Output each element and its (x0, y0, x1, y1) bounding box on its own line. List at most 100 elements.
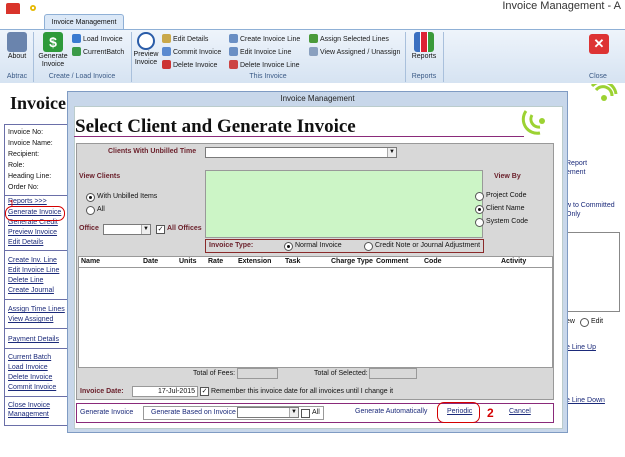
field-order-no: Order No: (8, 184, 39, 191)
invoice-date-field[interactable]: 17-Jul-2015 (132, 386, 198, 397)
load-invoice-button[interactable]: Load Invoice (72, 34, 123, 43)
invoice-type-label: Invoice Type: (209, 242, 254, 249)
delete-invoice-label: Delete Invoice (173, 62, 218, 69)
cancel-link[interactable]: Cancel (509, 408, 531, 415)
dollar-icon: $ (43, 32, 63, 52)
chevron-down-icon: ▼ (289, 408, 298, 417)
assign-icon (309, 34, 318, 43)
sidebar-link-assign-time-lines[interactable]: Assign Time Lines (8, 306, 65, 313)
assign-selected-lines-label: Assign Selected Lines (320, 36, 389, 43)
generate-invoice-link[interactable]: Generate Invoice (80, 409, 133, 416)
column-header-code[interactable]: Code (424, 258, 442, 265)
delete-line-icon (229, 60, 238, 69)
edit-invoice-line-label: Edit Invoice Line (240, 49, 292, 56)
divider (5, 396, 67, 397)
unbilled-items-table[interactable]: Name Date Units Rate Extension Task Char… (78, 256, 553, 368)
current-batch-label: CurrentBatch (83, 49, 125, 56)
delete-invoice-line-button[interactable]: Delete Invoice Line (229, 60, 300, 69)
based-on-invoice-dropdown[interactable]: ▼ (237, 407, 299, 418)
column-header-units[interactable]: Units (179, 258, 197, 265)
sidebar-link-preview-invoice[interactable]: Preview Invoice (8, 229, 57, 236)
total-selected-value (369, 368, 417, 379)
create-invoice-line-button[interactable]: Create Invoice Line (229, 34, 300, 43)
annotation-marker-2: 2 (487, 406, 494, 420)
clients-dropdown[interactable]: ▼ (205, 147, 397, 158)
delete-icon (162, 60, 171, 69)
office-dropdown[interactable]: ▼ (103, 224, 151, 235)
radio-with-unbilled[interactable] (86, 193, 95, 202)
ribbon: About Abtrac $ Generate Invoice Load Inv… (0, 29, 625, 84)
column-header-name[interactable]: Name (81, 258, 100, 265)
radio-client-name-label: Client Name (486, 205, 525, 212)
edit-details-button[interactable]: Edit Details (162, 34, 208, 43)
column-header-rate[interactable]: Rate (208, 258, 223, 265)
all-offices-checkbox[interactable]: ✓ (156, 225, 165, 234)
divider (5, 299, 67, 300)
field-invoice-no: Invoice No: (8, 129, 44, 136)
edit-invoice-line-button[interactable]: Edit Invoice Line (229, 47, 291, 56)
about-button[interactable]: About (4, 32, 30, 61)
edit-line-icon (229, 47, 238, 56)
sidebar-link-current-batch[interactable]: Current Batch (8, 354, 51, 361)
column-header-activity[interactable]: Activity (501, 258, 526, 265)
generate-invoice-button[interactable]: $ Generate Invoice (36, 32, 70, 69)
bg-fragment-line-down[interactable]: e Line Down (566, 397, 605, 404)
commit-invoice-button[interactable]: Commit Invoice (162, 47, 221, 56)
invoice-sidebar: Invoice No: Invoice Name: Recipient: Rol… (4, 124, 68, 426)
invoice-heading: Invoice (10, 93, 66, 113)
column-header-charge-type[interactable]: Charge Type (331, 258, 373, 265)
clients-label: Clients With Unbilled Time (108, 148, 197, 155)
bg-fragment-only: Only (566, 211, 581, 218)
assign-selected-lines-button[interactable]: Assign Selected Lines (309, 34, 389, 43)
brand-logo-icon (590, 84, 618, 101)
column-header-extension[interactable]: Extension (238, 258, 271, 265)
column-header-comment[interactable]: Comment (376, 258, 408, 265)
remember-date-label: Remember this invoice date for all invoi… (211, 388, 394, 395)
bg-fragment-committed: w to Committed (566, 202, 615, 209)
generate-based-on-link[interactable]: Generate Based on Invoice (151, 409, 236, 416)
view-assigned-button[interactable]: View Assigned / Unassign (309, 47, 400, 56)
column-header-task[interactable]: Task (285, 258, 300, 265)
radio-normal-invoice[interactable] (284, 242, 293, 251)
bg-fragment-line-up[interactable]: e Line Up (566, 344, 596, 351)
bg-fragment-report: Report (566, 160, 588, 167)
heading-underline (74, 136, 524, 137)
sidebar-link-delete-invoice[interactable]: Delete Invoice (8, 374, 52, 381)
radio-client-name[interactable] (475, 205, 484, 214)
generate-automatically-link[interactable]: Generate Automatically (355, 408, 427, 415)
sidebar-link-management[interactable]: Management (8, 411, 49, 418)
bar-chart-icon (414, 32, 434, 52)
sidebar-link-load-invoice[interactable]: Load Invoice (8, 364, 48, 371)
radio-all-clients[interactable] (86, 206, 95, 215)
sidebar-link-create-journal[interactable]: Create Journal (8, 287, 54, 294)
annotation-marker-1: 1 (9, 199, 15, 210)
close-button[interactable]: ✕ (584, 34, 614, 55)
radio-with-unbilled-label: With Unbilled Items (97, 193, 158, 200)
radio-project-code[interactable] (475, 192, 484, 201)
window-title: Invoice Management - A (502, 0, 621, 12)
ribbon-separator (443, 32, 444, 82)
bg-edit-radio[interactable] (580, 318, 589, 327)
radio-system-code[interactable] (475, 218, 484, 227)
sidebar-link-delete-line[interactable]: Delete Line (8, 277, 43, 284)
column-header-date[interactable]: Date (143, 258, 158, 265)
sidebar-link-commit-invoice[interactable]: Commit Invoice (8, 384, 56, 391)
total-selected-label: Total of Selected: (314, 370, 368, 377)
radio-credit-note-label: Credit Note or Journal Adjustment (375, 242, 481, 249)
preview-invoice-button[interactable]: Preview Invoice (133, 32, 159, 67)
sidebar-link-view-assigned[interactable]: View Assigned (8, 316, 53, 323)
sidebar-link-close-invoice[interactable]: Close Invoice (8, 402, 50, 409)
delete-invoice-button[interactable]: Delete Invoice (162, 60, 217, 69)
clients-list[interactable] (205, 170, 483, 238)
radio-credit-note[interactable] (364, 242, 373, 251)
sidebar-link-create-inv-line[interactable]: Create Inv. Line (8, 257, 57, 264)
annotation-highlight-2 (437, 402, 480, 423)
current-batch-button[interactable]: CurrentBatch (72, 47, 124, 56)
sidebar-link-edit-invoice-line[interactable]: Edit Invoice Line (8, 267, 59, 274)
sidebar-link-payment-details[interactable]: Payment Details (8, 336, 59, 343)
all-invoices-checkbox[interactable] (301, 409, 310, 418)
remember-date-checkbox[interactable]: ✓ (200, 387, 209, 396)
reports-button[interactable]: Reports (408, 32, 440, 61)
sidebar-link-edit-details[interactable]: Edit Details (8, 239, 43, 246)
quick-access-icon[interactable] (28, 3, 38, 13)
